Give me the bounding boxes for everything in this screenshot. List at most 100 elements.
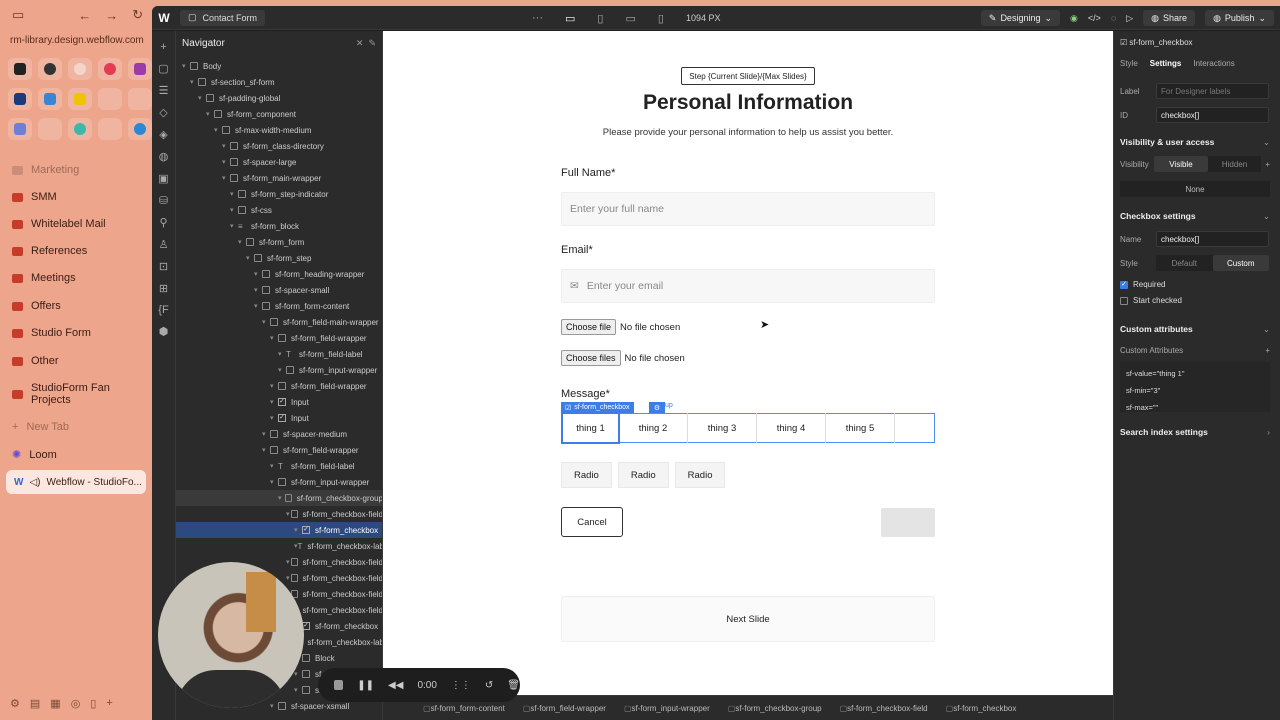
finsweet-icon[interactable]: {F	[158, 304, 168, 316]
default-option[interactable]: Default	[1156, 255, 1213, 271]
attribute-item[interactable]: sf-max=""	[1126, 399, 1264, 416]
tab-settings[interactable]: Settings	[1150, 59, 1182, 68]
navigator-row[interactable]: ▾sf-form_checkbox-field	[176, 506, 382, 522]
folder-whitelabel-mail[interactable]: Whitelabel Mail	[12, 218, 106, 230]
caret-icon[interactable]: ▾	[270, 382, 278, 390]
navigator-row[interactable]: ▾ Tsf-form_field-label	[176, 458, 382, 474]
full-name-label[interactable]: Full Name*	[561, 167, 615, 179]
navigator-row[interactable]: ▾ Tsf-form_field-label	[176, 346, 382, 362]
folder-other[interactable]: Other	[12, 355, 59, 367]
folder-studio-form[interactable]: Studio Form	[12, 327, 91, 339]
comment-icon[interactable]: ◌	[1111, 13, 1116, 23]
folder-meetings[interactable]: Meetings	[12, 272, 76, 284]
folder-marketing[interactable]: Marketing	[12, 164, 79, 176]
caret-icon[interactable]: ▾	[206, 110, 214, 118]
plus-icon[interactable]: +	[1265, 346, 1270, 355]
folder-studioform-fan-projects[interactable]: StudioForm Fan Projects	[12, 382, 152, 406]
navigator-row[interactable]: ▾ sf-form_field-wrapper	[176, 378, 382, 394]
caret-icon[interactable]: ▾	[262, 446, 270, 454]
pinned-tab-icon[interactable]	[8, 118, 32, 140]
new-tab-button[interactable]: + New Tab	[12, 421, 69, 433]
url-bar[interactable]: rm-library.design.webflow.com	[10, 35, 145, 51]
checkbox-item[interactable]: thing 3	[688, 413, 757, 443]
grid-icon[interactable]: ⋮⋮	[451, 680, 471, 691]
speaker-icon[interactable]: ◁)	[29, 477, 40, 488]
message-label[interactable]: Message*	[561, 388, 610, 400]
restart-icon[interactable]: ↺	[485, 680, 493, 691]
navigator-row[interactable]: ▾ sf-form_step	[176, 250, 382, 266]
plus-icon[interactable]: +	[1265, 160, 1270, 169]
pin-icon[interactable]: ◎	[71, 697, 81, 710]
apps-icon[interactable]: ⊞	[159, 282, 168, 295]
custom-option[interactable]: Custom	[1212, 255, 1269, 271]
pinned-tab-icon[interactable]	[38, 58, 62, 80]
breadcrumb-item[interactable]: sf-form_checkbox-field	[840, 704, 927, 713]
search-index-header[interactable]: Search index settings ›	[1120, 427, 1270, 437]
start-checked-checkbox[interactable]: Start checked	[1120, 296, 1182, 305]
choose-files-button[interactable]: Choose files	[561, 350, 621, 366]
caret-icon[interactable]: ▾	[222, 158, 230, 166]
caret-icon[interactable]: ▾	[254, 270, 262, 278]
trash-icon[interactable]: 🗑	[507, 680, 520, 691]
caret-icon[interactable]: ▾	[270, 414, 278, 422]
caret-icon[interactable]: ▾	[294, 670, 302, 678]
cancel-button[interactable]: Cancel	[561, 507, 623, 537]
navigator-row[interactable]: ▾Tsf-form_checkbox-lab	[176, 538, 382, 554]
settings-icon[interactable]: ⚙	[10, 697, 20, 710]
add-icon[interactable]: +	[160, 41, 166, 53]
tab-style[interactable]: Style	[1120, 59, 1138, 68]
pinned-tab-icon[interactable]	[98, 58, 122, 80]
navigator-row[interactable]: ▾ sf-spacer-small	[176, 282, 382, 298]
breadcrumb-item[interactable]: sf-form_field-wrapper	[523, 704, 606, 713]
caret-icon[interactable]: ▾	[238, 238, 246, 246]
pinned-tab-icon[interactable]	[98, 118, 122, 140]
navigator-row[interactable]: ▾ sf-form_form	[176, 234, 382, 250]
navigator-row[interactable]: ▾ sf-section_sf-form	[176, 74, 382, 90]
pages-icon[interactable]: ▢	[158, 62, 168, 75]
caret-icon[interactable]: ▾	[222, 142, 230, 150]
checkbox-item[interactable]: thing 1	[561, 412, 620, 444]
step-indicator[interactable]: Step {Current Slide}/{Max Slides}	[681, 67, 815, 85]
styles-icon[interactable]: ◍	[159, 150, 169, 163]
navigator-row[interactable]: ▾ Body	[176, 58, 382, 74]
pinned-tab-icon[interactable]	[98, 88, 122, 110]
users-icon[interactable]: ♙	[159, 238, 169, 251]
folder-references[interactable]: References	[12, 245, 87, 257]
desktop-breakpoint-icon[interactable]: ▭	[565, 12, 575, 25]
navigator-row[interactable]: ▾ sf-form_input-wrapper	[176, 362, 382, 378]
caret-icon[interactable]: ▾	[190, 78, 198, 86]
navigator-row[interactable]: ▾ sf-max-width-medium	[176, 122, 382, 138]
navigator-row[interactable]: ▾ ✓ Input	[176, 410, 382, 426]
pinned-tab-icon[interactable]	[128, 58, 152, 80]
plus-icon[interactable]: +	[106, 697, 112, 710]
pinned-tab-icon[interactable]	[68, 118, 92, 140]
pinned-tab-icon[interactable]	[128, 88, 152, 110]
checkbox-group[interactable]: thing 1 thing 2 thing 3 thing 4 thing 5	[561, 412, 935, 444]
choose-file-button[interactable]: Choose file	[561, 319, 617, 335]
pinned-tab-icon[interactable]	[68, 88, 92, 110]
box-icon[interactable]: ⬢	[159, 325, 169, 338]
navigator-row[interactable]: ▾✓ sf-form_checkbox	[176, 522, 382, 538]
hidden-option[interactable]: Hidden	[1208, 156, 1262, 172]
logic-icon[interactable]: ⚲	[159, 216, 167, 229]
name-input[interactable]: checkbox[]	[1156, 231, 1269, 247]
navigator-row[interactable]: ▾ sf-form_field-main-wrapper	[176, 314, 382, 330]
next-slide-button[interactable]: Next Slide	[561, 596, 935, 642]
breadcrumb-item[interactable]: sf-form_checkbox-group	[728, 704, 821, 713]
caret-icon[interactable]: ▾	[254, 302, 262, 310]
caret-icon[interactable]: ▾	[262, 318, 270, 326]
caret-icon[interactable]: ▾	[294, 526, 302, 534]
sidebar-toggle-icon[interactable]: ▭	[12, 7, 24, 23]
variables-icon[interactable]: ◈	[159, 128, 167, 141]
webflow-logo[interactable]: W	[152, 6, 176, 30]
attribute-item[interactable]: sf-value="thing 1"	[1126, 365, 1264, 382]
radio-option[interactable]: Radio	[561, 462, 612, 488]
design-canvas[interactable]: Step {Current Slide}/{Max Slides} Person…	[383, 31, 1113, 695]
preview-icon[interactable]: ▷	[1126, 13, 1133, 24]
breadcrumb-item[interactable]: sf-form_form-content	[423, 704, 505, 713]
page-selector[interactable]: ▢ Contact Form	[180, 9, 266, 26]
pinned-tab-icon[interactable]	[128, 118, 152, 140]
breadcrumb-item[interactable]: sf-form_input-wrapper	[624, 704, 710, 713]
pinned-tab-icon[interactable]	[38, 118, 62, 140]
checkbox-settings-header[interactable]: Checkbox settings ⌄	[1120, 211, 1270, 222]
